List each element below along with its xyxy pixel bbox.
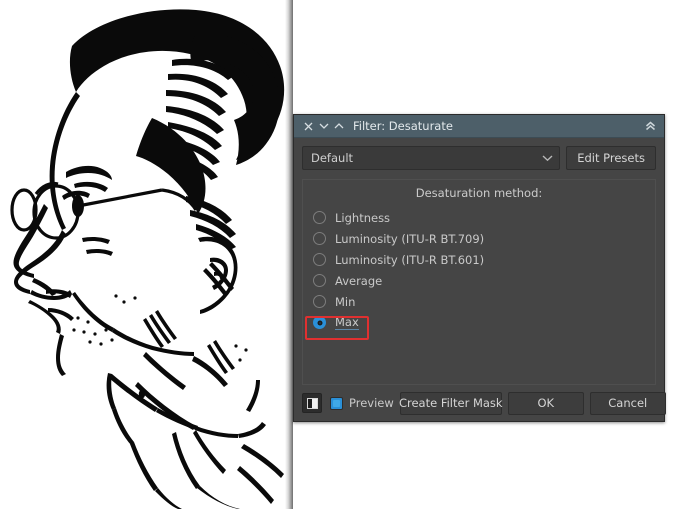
chevron-down-icon (542, 154, 553, 162)
dialog-footer: Preview Create Filter Mask OK Cancel (294, 385, 666, 421)
radio-label: Luminosity (ITU-R BT.601) (335, 252, 485, 267)
dialog-title: Filter: Desaturate (353, 119, 453, 133)
radio-option-min[interactable]: Min (313, 291, 655, 312)
dialog-body: Default Edit Presets Desaturation method… (294, 138, 664, 385)
radio-indicator (313, 253, 326, 266)
dialog-titlebar: Filter: Desaturate (294, 115, 664, 138)
radio-indicator (313, 274, 326, 287)
radio-label: Max (335, 315, 359, 330)
radio-indicator (313, 232, 326, 245)
chevron-down-icon[interactable] (316, 118, 331, 135)
radio-option-luminosity-601[interactable]: Luminosity (ITU-R BT.601) (313, 249, 655, 270)
radio-label: Average (335, 273, 383, 288)
cancel-button[interactable]: Cancel (589, 391, 666, 415)
preset-value: Default (311, 151, 354, 165)
radio-indicator (313, 211, 326, 224)
chevron-up-icon[interactable] (331, 118, 346, 135)
preset-select[interactable]: Default (302, 146, 561, 170)
desaturation-method-radio-list: Lightness Luminosity (ITU-R BT.709) Lumi… (303, 207, 655, 333)
preview-checkbox[interactable]: Preview (330, 396, 394, 410)
radio-option-average[interactable]: Average (313, 270, 655, 291)
preset-row: Default Edit Presets (302, 146, 656, 170)
radio-label: Lightness (335, 210, 391, 225)
split-glyph (306, 397, 318, 409)
edit-presets-button[interactable]: Edit Presets (566, 146, 656, 170)
canvas-edge-shadow (285, 0, 293, 509)
ok-button[interactable]: OK (507, 391, 584, 415)
group-title: Desaturation method: (415, 186, 543, 200)
radio-option-luminosity-709[interactable]: Luminosity (ITU-R BT.709) (313, 228, 655, 249)
double-chevron-up-icon[interactable] (642, 118, 658, 135)
radio-label: Min (335, 294, 356, 309)
checkbox-indicator (330, 396, 343, 410)
desaturation-method-group: Desaturation method: Lightness Luminosit… (302, 179, 656, 385)
split-view-icon[interactable] (302, 393, 322, 413)
radio-indicator (313, 316, 326, 329)
radio-option-max[interactable]: Max (313, 312, 655, 333)
radio-indicator (313, 295, 326, 308)
preview-label: Preview (349, 396, 394, 410)
radio-label: Luminosity (ITU-R BT.709) (335, 231, 485, 246)
create-filter-mask-button[interactable]: Create Filter Mask (399, 391, 503, 415)
filter-desaturate-dialog: Filter: Desaturate Default Edit Presets (293, 114, 666, 422)
close-icon[interactable] (301, 118, 316, 135)
radio-option-lightness[interactable]: Lightness (313, 207, 655, 228)
